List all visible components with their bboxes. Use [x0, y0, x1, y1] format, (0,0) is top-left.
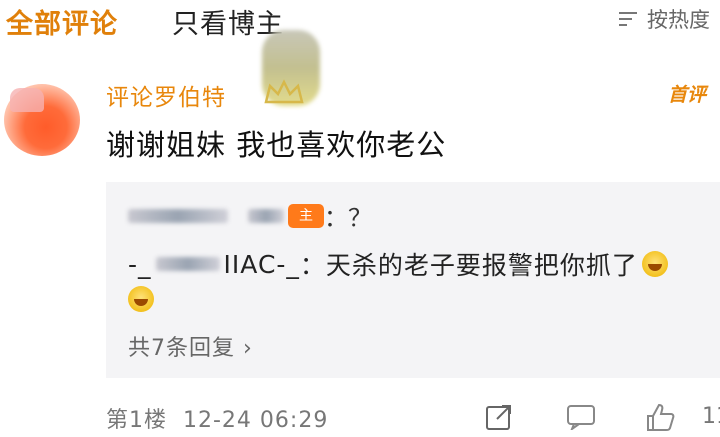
sort-label: 按热度	[647, 8, 710, 32]
tab-author-only[interactable]: 只看博主	[172, 2, 284, 41]
laughing-emoji-icon	[128, 286, 154, 312]
sort-by-heat-button[interactable]: 按热度	[619, 4, 710, 34]
like-count: 11	[702, 404, 720, 429]
blurred-username	[155, 257, 220, 271]
tab-all-comments[interactable]: 全部评论	[6, 2, 118, 41]
floor-number: 第1楼	[106, 408, 167, 433]
laughing-emoji-icon	[641, 251, 668, 277]
reply-row: 主 ：？	[128, 198, 372, 233]
comment-time: 12-24 06:29	[183, 408, 329, 433]
reply-text: ：天杀的老子要报警把你抓了	[299, 251, 638, 280]
avatar-decoration	[10, 88, 44, 112]
reply-text: ：？	[324, 204, 372, 232]
share-icon[interactable]	[484, 402, 514, 432]
first-comment-badge: 首评	[667, 84, 706, 106]
sort-icon	[619, 9, 643, 29]
reply-author-suffix[interactable]: IIAC-_	[224, 250, 300, 279]
blurred-username[interactable]	[128, 208, 228, 223]
comment-icon[interactable]	[566, 404, 596, 430]
view-more-replies-link[interactable]: 共7条回复 ›	[128, 330, 253, 362]
like-icon[interactable]	[644, 402, 676, 432]
crown-badge-icon	[264, 79, 304, 104]
reply-author-prefix[interactable]: -_	[128, 250, 152, 279]
comment-username[interactable]: 评论罗伯特	[106, 78, 226, 112]
comment-tabs-bar: 全部评论 只看博主 按热度	[0, 0, 720, 42]
comment-text: 谢谢姐妹 我也喜欢你老公	[106, 128, 447, 162]
comment-meta: 第1楼 12-24 06:29	[106, 402, 328, 434]
host-badge: 主	[288, 203, 324, 228]
blurred-username-part	[248, 208, 284, 223]
reply-row: -_ IIAC-_ ：天杀的老子要报警把你抓了	[128, 246, 668, 282]
